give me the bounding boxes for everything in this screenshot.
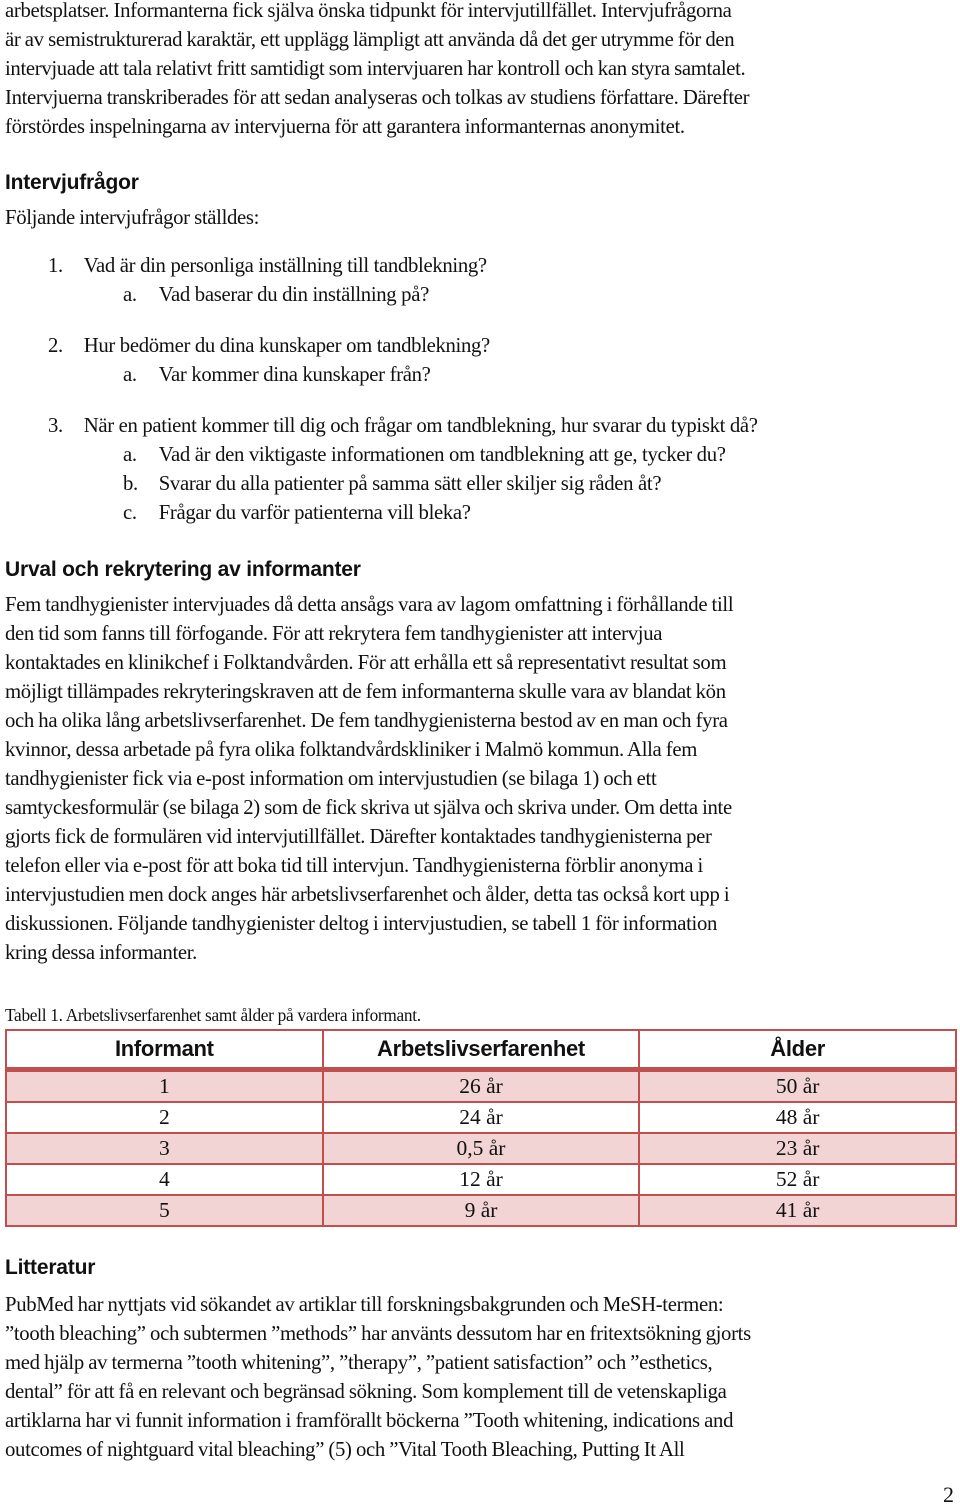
text-line: kontaktades en klinikchef i Folktandvård… bbox=[5, 650, 727, 674]
text-line: artiklarna har vi funnit information i f… bbox=[5, 1408, 734, 1432]
selection-paragraph: Fem tandhygienister intervjuades då dett… bbox=[5, 590, 960, 967]
text-line: samtyckesformulär (se bilaga 2) som de f… bbox=[5, 795, 732, 819]
text-line: outcomes of nightguard vital bleaching” … bbox=[5, 1437, 685, 1461]
text-line: och ha olika lång arbetslivserfarenhet. … bbox=[5, 708, 728, 732]
question-text: Frågar du varför patienterna vill bleka? bbox=[158, 500, 471, 524]
informant-table: Informant Arbetslivserfarenhet Ålder 1 2… bbox=[5, 1029, 957, 1227]
cell-experience: 12 år bbox=[321, 1163, 641, 1196]
cell-experience: 0,5 år bbox=[321, 1132, 641, 1165]
text-line: kring dessa informanter. bbox=[5, 940, 198, 964]
question-text: När en patient kommer till dig och fråga… bbox=[83, 413, 758, 437]
questions-lead: Följande intervjufrågor ställdes: bbox=[5, 203, 960, 232]
list-marker: 1. bbox=[48, 253, 63, 277]
list-marker: b. bbox=[123, 471, 138, 495]
table-row: 1 26 år 50 år bbox=[5, 1068, 957, 1103]
text-line: diskussionen. Följande tandhygienister d… bbox=[5, 911, 718, 935]
cell-experience: 9 år bbox=[321, 1194, 641, 1227]
list-marker: 3. bbox=[48, 413, 63, 437]
question-text: Svarar du alla patienter på samma sätt e… bbox=[158, 471, 662, 495]
list-marker: a. bbox=[123, 442, 137, 466]
table-row: 4 12 år 52 år bbox=[5, 1163, 957, 1196]
cell-age: 41 år bbox=[638, 1194, 957, 1227]
text-line: intervjustudien men dock anges här arbet… bbox=[5, 882, 730, 906]
cell-informant: 2 bbox=[5, 1101, 324, 1134]
section-heading-literature: Litteratur bbox=[5, 1256, 96, 1279]
section-heading-questions: Intervjufrågor bbox=[5, 171, 139, 194]
text-line: möjligt tillämpades rekryteringskraven a… bbox=[5, 679, 726, 703]
table-row: 5 9 år 41 år bbox=[5, 1194, 957, 1227]
text-line: förstördes inspelningarna av intervjuern… bbox=[5, 114, 685, 138]
cell-informant: 5 bbox=[5, 1194, 324, 1227]
lead-text: Följande intervjufrågor ställdes: bbox=[5, 205, 260, 229]
cell-age: 23 år bbox=[638, 1132, 957, 1165]
cell-age: 48 år bbox=[638, 1101, 957, 1134]
column-header-informant: Informant bbox=[5, 1030, 324, 1072]
text-line: PubMed har nyttjats vid sökandet av arti… bbox=[5, 1292, 724, 1316]
intro-paragraph: arbetsplatser. Informanterna fick själva… bbox=[5, 0, 960, 141]
cell-informant: 3 bbox=[5, 1132, 324, 1165]
list-marker: a. bbox=[123, 362, 137, 386]
text-line: ”tooth bleaching” och subtermen ”methods… bbox=[5, 1321, 751, 1345]
cell-informant: 1 bbox=[5, 1068, 324, 1103]
text-line: dental” för att få en relevant och begrä… bbox=[5, 1379, 727, 1403]
text-line: med hjälp av termerna ”tooth whitening”,… bbox=[5, 1350, 713, 1374]
text-line: telefon eller via e-post för att boka ti… bbox=[5, 853, 703, 877]
page-number: 2 bbox=[943, 1482, 954, 1507]
question-text: Hur bedömer du dina kunskaper om tandble… bbox=[83, 333, 491, 357]
list-marker: c. bbox=[123, 500, 137, 524]
list-marker: a. bbox=[123, 282, 137, 306]
column-header-age: Ålder bbox=[638, 1030, 957, 1072]
question-text: Vad är din personliga inställning till t… bbox=[83, 253, 487, 277]
cell-informant: 4 bbox=[5, 1163, 324, 1196]
cell-age: 52 år bbox=[638, 1163, 957, 1196]
text-line: intervjuade att tala relativt fritt samt… bbox=[5, 56, 746, 80]
table-caption: Tabell 1. Arbetslivserfarenhet samt ålde… bbox=[5, 1005, 421, 1025]
text-line: den tid som fanns till förfogande. För a… bbox=[5, 621, 663, 645]
literature-paragraph: PubMed har nyttjats vid sökandet av arti… bbox=[5, 1290, 960, 1464]
section-heading-selection: Urval och rekrytering av informanter bbox=[5, 558, 361, 581]
text-line: Intervjuerna transkriberades för att sed… bbox=[5, 85, 750, 109]
text-line: Fem tandhygienister intervjuades då dett… bbox=[5, 592, 734, 616]
text-line: kvinnor, dessa arbetade på fyra olika fo… bbox=[5, 737, 698, 761]
question-text: Var kommer dina kunskaper från? bbox=[158, 362, 431, 386]
cell-age: 50 år bbox=[638, 1068, 957, 1103]
text-line: gjorts fick de formulären vid intervjuti… bbox=[5, 824, 712, 848]
text-line: tandhygienister fick via e-post informat… bbox=[5, 766, 657, 790]
cell-experience: 26 år bbox=[321, 1068, 641, 1103]
table-header-row: Informant Arbetslivserfarenhet Ålder bbox=[5, 1030, 957, 1072]
table-row: 3 0,5 år 23 år bbox=[5, 1132, 957, 1165]
text-line: är av semistrukturerad karaktär, ett upp… bbox=[5, 27, 735, 51]
list-marker: 2. bbox=[48, 333, 63, 357]
cell-experience: 24 år bbox=[321, 1101, 641, 1134]
question-text: Vad är den viktigaste informationen om t… bbox=[158, 442, 726, 466]
question-text: Vad baserar du din inställning på? bbox=[158, 282, 430, 306]
text-line: arbetsplatser. Informanterna fick själva… bbox=[5, 0, 732, 22]
column-header-experience: Arbetslivserfarenhet bbox=[321, 1030, 641, 1072]
table-row: 2 24 år 48 år bbox=[5, 1101, 957, 1134]
